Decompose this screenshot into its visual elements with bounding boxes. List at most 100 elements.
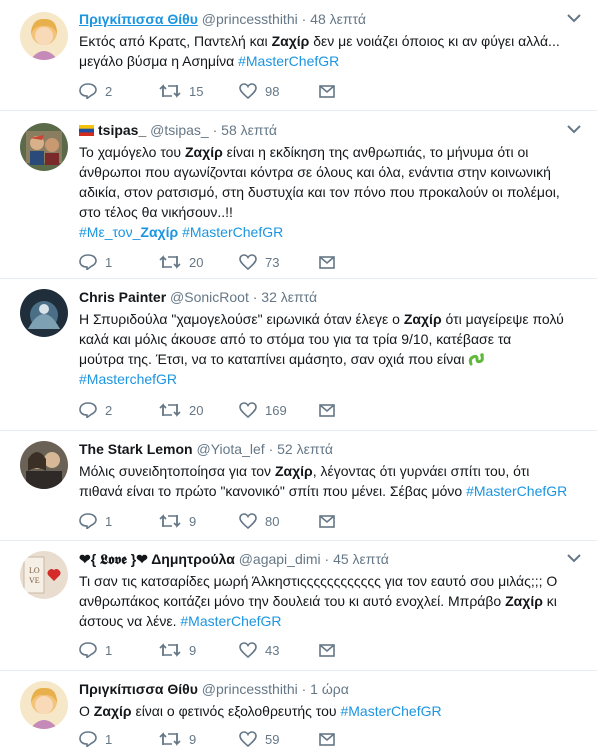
text-segment: Ο	[79, 703, 94, 719]
retweet-button[interactable]: 15	[159, 80, 203, 102]
tweet[interactable]: LO VE ❤{ 𝕷𝖔𝖛𝖊 }❤ Δημητρούλα @agapi_dimi ·…	[0, 541, 597, 671]
hashtag-link[interactable]: #MasterChefGR	[340, 703, 441, 719]
chevron-down-icon[interactable]	[567, 125, 581, 134]
text-segment: στο τέλος θα νικήσουν..!!	[79, 204, 233, 220]
retweet-button[interactable]: 9	[159, 728, 196, 747]
text-segment: Εκτός από Κρατς, Παντελή και	[79, 33, 272, 49]
tweet-text-line: Ο Ζαχίρ είναι ο φετινός εξολοθρευτής του…	[79, 701, 581, 721]
timestamp[interactable]: · 32 λεπτά	[253, 289, 317, 305]
display-name[interactable]: Chris Painter	[79, 289, 166, 305]
direct-message-button[interactable]	[319, 510, 335, 532]
tweet-text-line: στο τέλος θα νικήσουν..!!	[79, 202, 581, 222]
reply-icon	[79, 731, 97, 747]
retweet-button[interactable]: 20	[159, 251, 203, 273]
reply-icon	[79, 513, 97, 529]
like-count: 43	[265, 642, 280, 658]
hashtag-link[interactable]: #Με_τον_	[79, 224, 140, 240]
chevron-down-icon[interactable]	[567, 14, 581, 23]
timestamp[interactable]: · 48 λεπτά	[302, 11, 366, 27]
reply-button[interactable]: 1	[79, 510, 112, 532]
reply-button[interactable]: 1	[79, 251, 112, 273]
avatar[interactable]	[20, 123, 68, 171]
hashtag-link[interactable]: #MasterChefGR	[238, 53, 339, 69]
direct-message-button[interactable]	[319, 251, 335, 273]
retweet-count: 9	[189, 731, 197, 747]
reply-icon	[79, 254, 97, 270]
like-button[interactable]: 169	[239, 399, 287, 421]
retweet-count: 20	[189, 254, 204, 270]
tweet-text-line: Το χαμόγελο του Ζαχίρ είναι η εκδίκηση τ…	[79, 142, 581, 162]
svg-text:LO: LO	[29, 566, 40, 575]
hashtag-link[interactable]: Ζαχίρ	[140, 224, 178, 240]
snake-emoji-icon	[468, 351, 485, 367]
avatar[interactable]	[20, 12, 68, 60]
avatar[interactable]	[20, 681, 68, 729]
tweet-actions: 1 20 73	[79, 251, 379, 273]
direct-message-button[interactable]	[319, 80, 335, 102]
direct-message-button[interactable]	[319, 399, 335, 421]
retweet-button[interactable]: 9	[159, 639, 196, 661]
text-segment: κι	[542, 593, 557, 609]
handle[interactable]: @tsipas_	[150, 122, 209, 138]
tweet-header: Chris Painter @SonicRoot · 32 λεπτά	[79, 288, 581, 306]
tweet[interactable]: The Stark Lemon @Yiota_lef · 52 λεπτά Μό…	[0, 431, 597, 541]
reply-count: 1	[105, 254, 113, 270]
tweet-text: Μόλις συνειδητοποίησα για τον Ζαχίρ, λέγ…	[79, 461, 581, 501]
direct-message-button[interactable]	[319, 728, 335, 747]
tweet-text: Εκτός από Κρατς, Παντελή και Ζαχίρ δεν μ…	[79, 31, 581, 71]
keyword-highlight: Ζαχίρ	[505, 593, 543, 609]
text-segment: ότι μαγείρεψε πολύ	[441, 311, 564, 327]
hashtag-link[interactable]: #MasterChefGR	[182, 224, 283, 240]
like-button[interactable]: 98	[239, 80, 279, 102]
reply-button[interactable]: 2	[79, 80, 112, 102]
handle[interactable]: @SonicRoot	[170, 289, 249, 305]
text-segment: είναι ο φετινός εξολοθρευτής του	[131, 703, 341, 719]
heart-icon	[239, 83, 257, 99]
handle[interactable]: @princessthithi	[202, 681, 298, 697]
avatar[interactable]: LO VE	[20, 551, 68, 599]
hashtag-link[interactable]: #MasterChefGR	[466, 483, 567, 499]
timestamp[interactable]: · 1 ώρα	[302, 681, 349, 697]
hashtag-link[interactable]: #MasterChefGR	[180, 613, 281, 629]
display-name[interactable]: Πριγκίπισσα Θίθυ	[79, 11, 198, 27]
retweet-button[interactable]: 9	[159, 510, 196, 532]
handle[interactable]: @agapi_dimi	[239, 551, 321, 567]
timestamp[interactable]: · 45 λεπτά	[325, 551, 389, 567]
tweet-text-line: Εκτός από Κρατς, Παντελή και Ζαχίρ δεν μ…	[79, 31, 581, 51]
avatar[interactable]	[20, 441, 68, 489]
tweet[interactable]: tsipas_ @tsipas_ · 58 λεπτά Το χαμόγελο …	[0, 111, 597, 279]
reply-button[interactable]: 1	[79, 728, 112, 747]
like-button[interactable]: 80	[239, 510, 279, 532]
like-button[interactable]: 59	[239, 728, 279, 747]
display-name[interactable]: The Stark Lemon	[79, 441, 193, 457]
timestamp[interactable]: · 52 λεπτά	[269, 441, 333, 457]
text-segment: Μόλις συνειδητοποίησα για τον	[79, 463, 275, 479]
heart-icon	[239, 731, 257, 747]
reply-button[interactable]: 1	[79, 639, 112, 661]
tweet[interactable]: Πριγκίπισσα Θίθυ @princessthithi · 48 λε…	[0, 0, 597, 111]
tweet[interactable]: Chris Painter @SonicRoot · 32 λεπτά Η Σπ…	[0, 279, 597, 431]
tweet-header: ❤{ 𝕷𝖔𝖛𝖊 }❤ Δημητρούλα @agapi_dimi · 45 λ…	[79, 550, 581, 568]
avatar[interactable]	[20, 289, 68, 337]
display-name[interactable]: ❤{ 𝕷𝖔𝖛𝖊 }❤ Δημητρούλα	[79, 551, 235, 567]
like-button[interactable]: 73	[239, 251, 279, 273]
tweet-text: Το χαμόγελο του Ζαχίρ είναι η εκδίκηση τ…	[79, 142, 581, 242]
tweet-text-line: αδικία, στον ρατσισμό, στη δυστυχία και …	[79, 182, 581, 202]
timestamp[interactable]: · 58 λεπτά	[213, 122, 277, 138]
chevron-down-icon[interactable]	[567, 554, 581, 563]
display-name[interactable]: tsipas_	[98, 122, 146, 138]
hashtag-link[interactable]: #MasterchefGR	[79, 371, 177, 387]
retweet-icon	[159, 642, 181, 658]
display-name[interactable]: Πριγκίπισσα Θίθυ	[79, 681, 198, 697]
retweet-button[interactable]: 20	[159, 399, 203, 421]
handle[interactable]: @princessthithi	[202, 11, 298, 27]
handle[interactable]: @Yiota_lef	[196, 441, 264, 457]
envelope-icon	[319, 514, 335, 528]
tweet[interactable]: Πριγκίπισσα Θίθυ @princessthithi · 1 ώρα…	[0, 671, 597, 747]
like-button[interactable]: 43	[239, 639, 279, 661]
retweet-icon	[159, 83, 181, 99]
heart-icon	[239, 513, 257, 529]
direct-message-button[interactable]	[319, 639, 335, 661]
text-segment: πιθανά είναι το πρώτο "κανονικό" σπίτι π…	[79, 483, 467, 499]
reply-button[interactable]: 2	[79, 399, 112, 421]
